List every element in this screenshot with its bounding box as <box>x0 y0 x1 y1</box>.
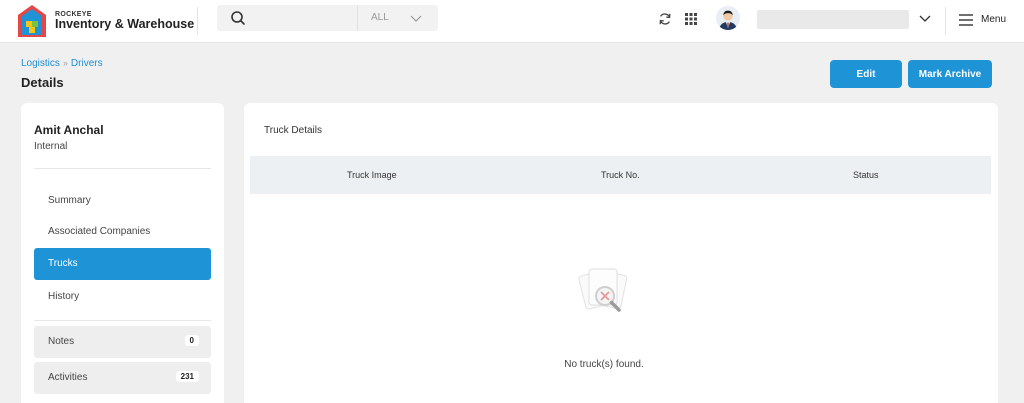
sidebar-item-trucks[interactable]: Trucks <box>34 248 211 280</box>
table-header: Truck Image Truck No. Status <box>250 156 991 194</box>
breadcrumb-item-logistics[interactable]: Logistics <box>21 58 60 69</box>
logo-icon[interactable] <box>17 4 47 38</box>
edit-button[interactable]: Edit <box>830 60 902 88</box>
hamburger-icon[interactable] <box>959 14 973 26</box>
breadcrumb-item-drivers[interactable]: Drivers <box>71 58 103 69</box>
driver-type: Internal <box>34 141 68 152</box>
mark-archive-button[interactable]: Mark Archive <box>908 60 992 88</box>
sidebar-item-summary[interactable]: Summary <box>34 185 211 217</box>
notes-count-badge: 0 <box>184 335 199 346</box>
sidebar-item-activities[interactable]: Activities 231 <box>34 362 211 394</box>
app-title[interactable]: Inventory & Warehouse <box>55 17 194 31</box>
sidebar-item-history[interactable]: History <box>34 281 211 313</box>
divider <box>34 320 211 321</box>
section-title: Truck Details <box>264 125 322 136</box>
no-results-icon <box>578 268 628 312</box>
column-header-truck-image[interactable]: Truck Image <box>347 170 397 180</box>
divider <box>197 7 198 35</box>
driver-name: Amit Anchal <box>34 123 104 137</box>
activities-label: Activities <box>48 372 88 383</box>
sidebar-item-notes[interactable]: Notes 0 <box>34 326 211 358</box>
truck-details-panel: Truck Details Truck Image Truck No. Stat… <box>244 103 998 403</box>
user-info-redacted[interactable] <box>757 10 909 29</box>
activities-count-badge: 231 <box>175 371 199 382</box>
sidebar-item-associated-companies[interactable]: Associated Companies <box>34 216 211 248</box>
search-icon[interactable] <box>230 10 246 26</box>
page-title: Details <box>21 75 64 90</box>
menu-button[interactable]: Menu <box>981 14 1006 25</box>
apps-grid-icon[interactable] <box>684 12 698 26</box>
avatar[interactable] <box>716 6 740 30</box>
divider <box>357 5 358 31</box>
top-bar: ROCKEYE Inventory & Warehouse ALL Menu <box>0 0 1024 43</box>
column-header-status[interactable]: Status <box>853 170 879 180</box>
chevron-down-icon[interactable] <box>919 12 931 24</box>
empty-state-message: No truck(s) found. <box>564 359 644 370</box>
divider <box>34 168 211 169</box>
breadcrumb: Logistics» Drivers <box>21 58 103 69</box>
profile-sidebar: Amit Anchal Internal Summary Associated … <box>21 103 224 403</box>
global-search[interactable]: ALL <box>217 5 438 31</box>
chevron-down-icon[interactable] <box>410 12 422 24</box>
divider <box>945 7 946 35</box>
search-scope-select[interactable]: ALL <box>371 12 389 23</box>
refresh-icon[interactable] <box>658 12 672 26</box>
column-header-truck-no[interactable]: Truck No. <box>601 170 640 180</box>
chevron-right-icon: » <box>62 58 68 68</box>
notes-label: Notes <box>48 336 75 347</box>
